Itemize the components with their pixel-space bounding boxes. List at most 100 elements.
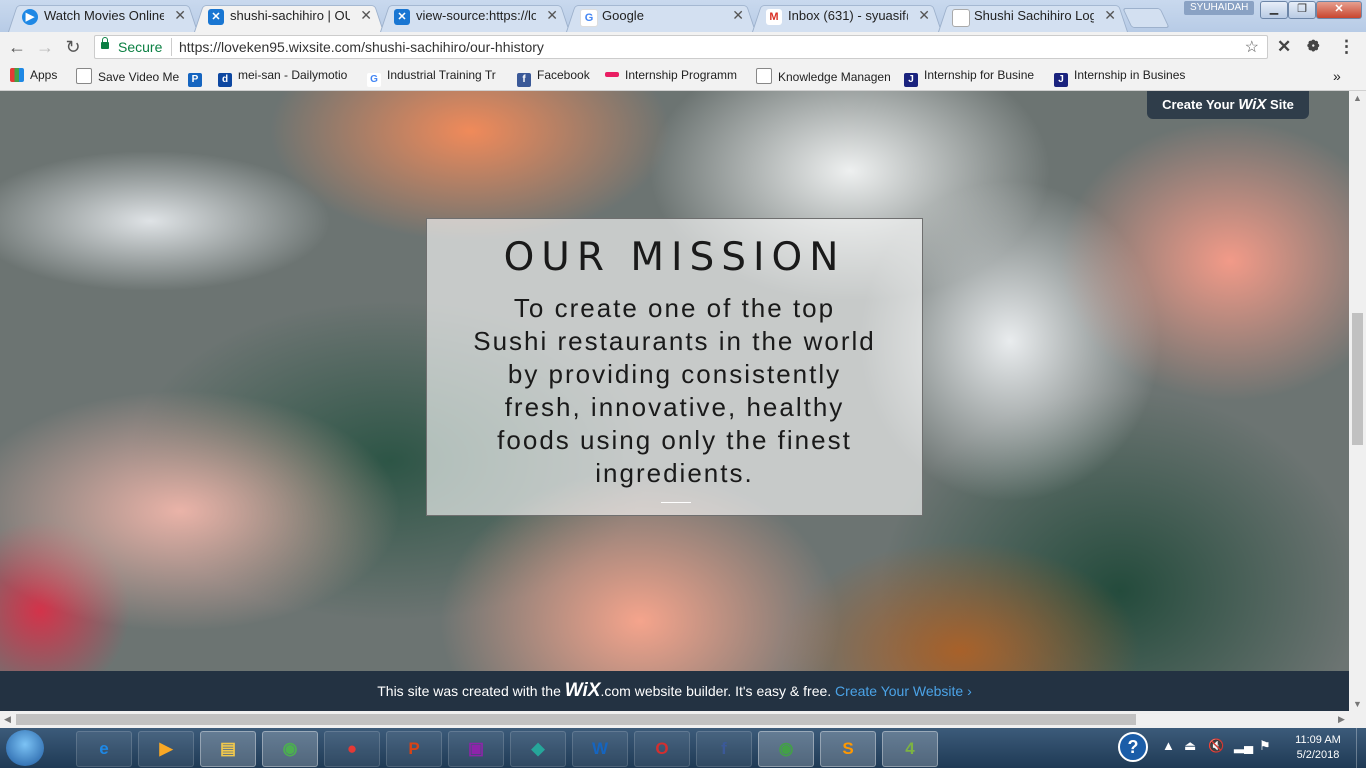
tab-google[interactable]: G Google ✕	[566, 2, 756, 32]
secure-label: Secure	[118, 39, 163, 55]
vertical-scrollbar[interactable]: ▲ ▼	[1349, 91, 1366, 711]
app-icon[interactable]: ◆	[510, 731, 566, 767]
chrome-profile-icon[interactable]: ◉	[758, 731, 814, 767]
network-icon[interactable]: ▂▄	[1234, 738, 1253, 754]
screen-recorder-icon[interactable]: ●	[324, 731, 380, 767]
facebook-icon: f	[517, 73, 531, 87]
address-bar[interactable]: Secure https://loveken95.wixsite.com/shu…	[94, 35, 1268, 59]
mission-line: ingredients.	[595, 458, 754, 488]
tab-title: view-source:https://love	[416, 8, 536, 23]
horizontal-scrollbar[interactable]: ◀ ▶	[0, 711, 1366, 728]
bookmark-apps[interactable]: Apps	[10, 68, 57, 82]
scrollbar-thumb[interactable]	[1352, 313, 1363, 445]
notepad-icon[interactable]: 4	[882, 731, 938, 767]
wix-icon: ✕	[208, 9, 224, 25]
create-wix-site-badge[interactable]: Create Your WiX Site	[1147, 91, 1309, 119]
ie-icon[interactable]: e	[76, 731, 132, 767]
close-icon[interactable]: ✕	[360, 7, 372, 24]
scrollbar-thumb[interactable]	[16, 714, 1136, 725]
word-icon[interactable]: W	[572, 731, 628, 767]
tab-gmail-inbox[interactable]: M Inbox (631) - syuasif@g ✕	[752, 2, 942, 32]
mission-line: To create one of the top	[513, 293, 836, 323]
tab-view-source[interactable]: ✕ view-source:https://love ✕	[380, 2, 570, 32]
maximize-button[interactable]: ❐	[1288, 1, 1316, 19]
bookmark-label: Industrial Training Tr	[387, 68, 496, 82]
divider	[661, 502, 691, 503]
bookmarks-overflow-icon[interactable]: »	[1333, 68, 1341, 84]
media-player-icon[interactable]: ▶	[138, 731, 194, 767]
google-icon: G	[367, 73, 381, 87]
scroll-right-icon[interactable]: ▶	[1338, 714, 1345, 725]
sublime-icon[interactable]: S	[820, 731, 876, 767]
forward-button[interactable]: →	[34, 36, 56, 58]
tab-watch-movies[interactable]: ▶ Watch Movies Online F ✕	[8, 2, 198, 32]
new-tab-button[interactable]	[1122, 8, 1170, 28]
tab-title: Shushi Sachihiro Login	[974, 8, 1094, 23]
file-explorer-icon[interactable]: ▤	[200, 731, 256, 767]
browser-toolbar: ← → ↻ Secure https://loveken95.wixsite.c…	[0, 32, 1366, 62]
j-icon: J	[904, 73, 918, 87]
back-button[interactable]: ←	[6, 36, 28, 58]
flag-icon[interactable]: ⚑	[1259, 738, 1271, 754]
bookmark-save-video[interactable]: Save Video Me	[76, 68, 181, 84]
p-icon: P	[188, 73, 202, 87]
bookmark-facebook[interactable]: f Facebook	[517, 68, 590, 87]
start-button[interactable]	[6, 730, 44, 766]
scroll-down-icon[interactable]: ▼	[1353, 699, 1362, 709]
opera-icon[interactable]: O	[634, 731, 690, 767]
scroll-up-icon[interactable]: ▲	[1353, 93, 1362, 103]
page-icon	[952, 9, 970, 27]
extension-icon[interactable]: ❁	[1307, 37, 1320, 55]
bookmark-industrial-training[interactable]: G Industrial Training Tr	[367, 68, 503, 87]
help-icon[interactable]: ?	[1118, 732, 1148, 762]
create-website-link[interactable]: Create Your Website ›	[835, 683, 972, 699]
bookmark-dailymotion[interactable]: d mei-san - Dailymotio	[218, 68, 358, 87]
powerpoint-icon[interactable]: P	[386, 731, 442, 767]
system-clock[interactable]: 11:09 AM 5/2/2018	[1286, 733, 1350, 763]
url-text[interactable]: https://loveken95.wixsite.com/shushi-sac…	[179, 39, 544, 55]
tab-shushi-login[interactable]: Shushi Sachihiro Login ✕	[938, 2, 1128, 32]
menu-icon[interactable]: ⋮	[1338, 37, 1355, 57]
badge-text: Site	[1266, 97, 1294, 112]
tab-shushi-sachihiro[interactable]: ✕ shushi-sachihiro | OUR ✕	[194, 2, 384, 32]
bookmark-p[interactable]: P	[188, 68, 208, 87]
close-icon[interactable]: ✕	[732, 7, 744, 24]
volume-muted-icon[interactable]: 🔇	[1208, 738, 1224, 754]
close-icon[interactable]: ✕	[174, 7, 186, 24]
chrome-icon[interactable]: ◉	[262, 731, 318, 767]
bookmark-knowledge-management[interactable]: Knowledge Managen	[756, 68, 890, 84]
bookmark-label: Internship in Busines	[1074, 68, 1186, 82]
mission-box: OUR MISSION To create one of the top Sus…	[426, 218, 923, 516]
video-editor-icon[interactable]: ▣	[448, 731, 504, 767]
tab-title: Watch Movies Online F	[44, 8, 164, 23]
tab-title: Inbox (631) - syuasif@g	[788, 8, 908, 23]
minimize-button[interactable]: ▁	[1260, 1, 1288, 19]
show-desktop-button[interactable]	[1356, 728, 1366, 768]
facebook-icon[interactable]: f	[696, 731, 752, 767]
close-icon[interactable]: ✕	[918, 7, 930, 24]
usb-icon[interactable]: ⏏	[1184, 738, 1196, 754]
windows-taskbar: e ▶ ▤ ◉ ● P ▣ ◆ W Of ◉ S 4 ? ▲ ⏏ 🔇 ▂▄ ⚑ 11:09 AM 5/2…	[0, 728, 1366, 768]
link-icon	[605, 72, 619, 77]
page-icon	[76, 68, 92, 84]
close-icon[interactable]: ✕	[546, 7, 558, 24]
reload-button[interactable]: ↻	[62, 36, 84, 58]
bookmark-label: Facebook	[537, 68, 590, 82]
bookmark-star-icon[interactable]: ☆	[1245, 37, 1259, 57]
mission-line: Sushi restaurants in the world	[473, 326, 876, 356]
bookmark-internship-programme[interactable]: Internship Programm	[605, 68, 741, 82]
bookmark-internship-business-2[interactable]: J Internship in Busines	[1054, 68, 1190, 87]
extension-x-icon[interactable]: ✕	[1277, 37, 1291, 57]
page-icon	[756, 68, 772, 84]
scroll-left-icon[interactable]: ◀	[4, 714, 11, 725]
mission-heading: OUR MISSION	[503, 235, 846, 280]
bookmark-internship-business-1[interactable]: J Internship for Busine	[904, 68, 1040, 87]
bookmarks-bar: Apps Save Video Me P d mei-san - Dailymot…	[0, 62, 1366, 91]
browser-titlebar: ▶ Watch Movies Online F ✕ ✕ shushi-sachi…	[0, 0, 1366, 32]
profile-badge[interactable]: SYUHAIDAH	[1184, 1, 1255, 15]
tray-arrow-icon[interactable]: ▲	[1162, 738, 1175, 753]
mission-line: foods using only the finest	[497, 425, 852, 455]
close-window-button[interactable]: ✕	[1316, 1, 1362, 19]
close-icon[interactable]: ✕	[1104, 7, 1116, 24]
apps-grid-icon	[10, 68, 24, 82]
